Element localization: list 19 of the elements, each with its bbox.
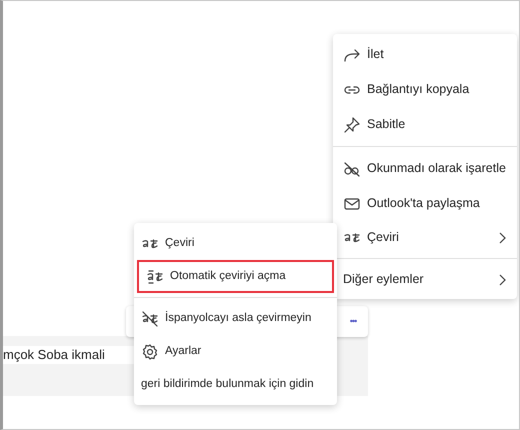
menu-item[interactable]: geri bildirimde bulunmak için gidin xyxy=(134,368,337,401)
menu-item[interactable]: Okunmadı olarak işaretle xyxy=(333,151,517,186)
auto-translate-icon xyxy=(146,268,164,286)
menu-item[interactable]: Sabitle xyxy=(333,107,517,142)
menu-item[interactable]: Diğer eylemler xyxy=(333,263,517,296)
menu-item[interactable]: Ayarlar xyxy=(134,335,337,368)
menu-item[interactable]: İlet xyxy=(333,37,517,72)
translate-off-icon xyxy=(141,310,159,328)
message-text: mçok Soba ikmali xyxy=(3,346,135,364)
chevron-right-icon xyxy=(497,274,507,286)
menu-item[interactable]: Bağlantıyı kopyala xyxy=(333,72,517,107)
unread-icon xyxy=(343,160,361,178)
settings-icon xyxy=(141,342,159,360)
pin-icon xyxy=(343,116,361,134)
more-options-button[interactable]: ••• xyxy=(341,311,365,331)
menu-item[interactable]: İspanyolcayı asla çevirmeyin xyxy=(134,302,337,335)
menu-item[interactable]: Otomatik çeviriyi açma xyxy=(137,260,334,293)
chevron-right-icon xyxy=(497,232,507,244)
menu-item[interactable]: Outlook'ta paylaşma xyxy=(333,186,517,221)
